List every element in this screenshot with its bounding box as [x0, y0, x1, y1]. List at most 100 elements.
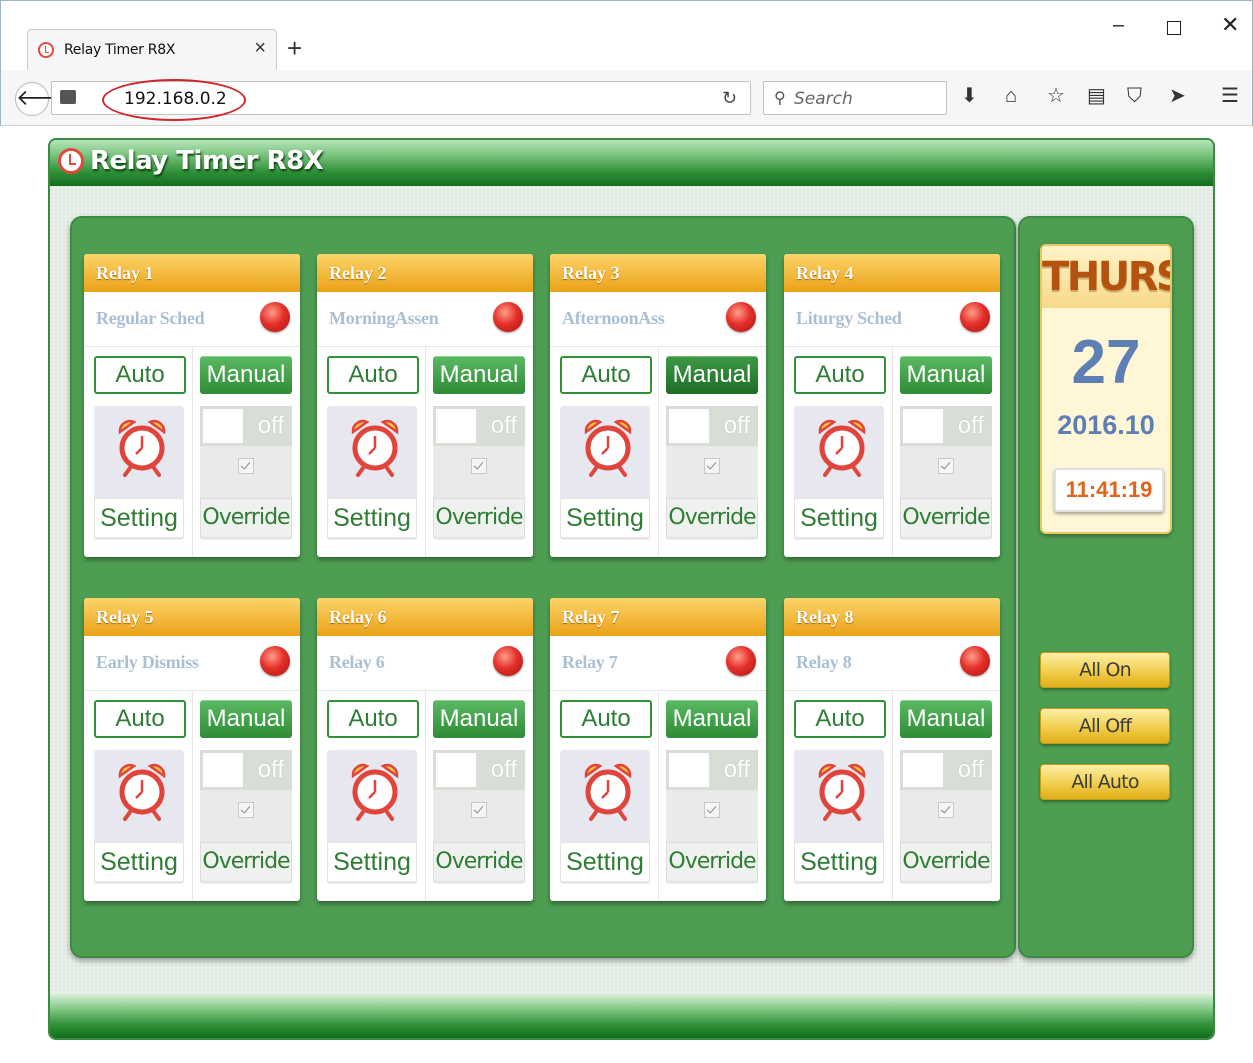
- auto-button[interactable]: Auto: [794, 700, 886, 738]
- setting-button[interactable]: Setting: [327, 406, 417, 540]
- override-checkbox-icon[interactable]: [704, 802, 720, 818]
- toggle-knob[interactable]: [202, 752, 244, 788]
- all-auto-button[interactable]: All Auto: [1040, 764, 1170, 800]
- override-checkbox-icon[interactable]: [704, 458, 720, 474]
- relay-header: Relay 2: [317, 254, 533, 292]
- toggle-knob[interactable]: [435, 752, 477, 788]
- toggle-knob[interactable]: [668, 752, 710, 788]
- auto-button[interactable]: Auto: [327, 356, 419, 394]
- override-button[interactable]: Override: [200, 842, 292, 882]
- setting-button[interactable]: Setting: [327, 750, 417, 884]
- new-tab-icon[interactable]: +: [287, 35, 302, 61]
- override-checkbox-icon[interactable]: [938, 802, 954, 818]
- reading-list-icon[interactable]: ▤: [1087, 84, 1106, 108]
- manual-button[interactable]: Manual: [200, 700, 292, 738]
- manual-button[interactable]: Manual: [900, 356, 992, 394]
- auto-button[interactable]: Auto: [94, 700, 186, 738]
- override-button[interactable]: Override: [433, 498, 525, 538]
- setting-label[interactable]: Setting: [94, 498, 184, 538]
- divider: [658, 346, 659, 557]
- bookmark-star-icon[interactable]: ☆: [1047, 84, 1065, 108]
- override-button[interactable]: Override: [666, 842, 758, 882]
- relay-toggle-switch[interactable]: off: [666, 750, 758, 790]
- site-info-icon[interactable]: [60, 90, 76, 104]
- setting-label[interactable]: Setting: [327, 498, 417, 538]
- setting-label[interactable]: Setting: [560, 842, 650, 882]
- all-off-button[interactable]: All Off: [1040, 708, 1170, 744]
- setting-button[interactable]: Setting: [560, 406, 650, 540]
- setting-button[interactable]: Setting: [94, 406, 184, 540]
- home-icon[interactable]: ⌂: [1005, 84, 1017, 108]
- setting-button[interactable]: Setting: [794, 406, 884, 540]
- override-button[interactable]: Override: [200, 498, 292, 538]
- override-checkbox-icon[interactable]: [238, 458, 254, 474]
- toggle-knob[interactable]: [668, 408, 710, 444]
- menu-hamburger-icon[interactable]: ☰: [1221, 84, 1239, 108]
- auto-button[interactable]: Auto: [327, 700, 419, 738]
- send-icon[interactable]: ➤: [1169, 84, 1186, 108]
- setting-label[interactable]: Setting: [94, 842, 184, 882]
- relay-toggle-switch[interactable]: off: [900, 406, 992, 446]
- override-panel: off Override: [900, 750, 992, 884]
- override-button[interactable]: Override: [900, 498, 992, 538]
- relay-header: Relay 7: [550, 598, 766, 636]
- setting-button[interactable]: Setting: [560, 750, 650, 884]
- relay-toggle-switch[interactable]: off: [200, 406, 292, 446]
- divider: [192, 690, 193, 901]
- manual-button[interactable]: Manual: [200, 356, 292, 394]
- alarm-clock-icon: [118, 419, 166, 477]
- relay-toggle-switch[interactable]: off: [666, 406, 758, 446]
- toggle-state-label: off: [490, 756, 517, 783]
- relay-toggle-switch[interactable]: off: [900, 750, 992, 790]
- relay-card-7: Relay 7 Relay 7 Auto Manual Setting off: [550, 598, 766, 901]
- override-button[interactable]: Override: [900, 842, 992, 882]
- setting-button[interactable]: Setting: [94, 750, 184, 884]
- setting-label[interactable]: Setting: [327, 842, 417, 882]
- browser-tab[interactable]: Relay Timer R8X ×: [27, 29, 277, 71]
- manual-button[interactable]: Manual: [900, 700, 992, 738]
- override-checkbox-icon[interactable]: [238, 802, 254, 818]
- toggle-knob[interactable]: [902, 752, 944, 788]
- setting-label[interactable]: Setting: [794, 498, 884, 538]
- manual-button[interactable]: Manual: [433, 356, 525, 394]
- manual-button[interactable]: Manual: [666, 356, 758, 394]
- setting-label[interactable]: Setting: [560, 498, 650, 538]
- maximize-icon[interactable]: [1167, 21, 1181, 35]
- toggle-knob[interactable]: [435, 408, 477, 444]
- manual-button[interactable]: Manual: [666, 700, 758, 738]
- relay-status-led-icon: [726, 646, 756, 676]
- all-on-button[interactable]: All On: [1040, 652, 1170, 688]
- toggle-knob[interactable]: [902, 408, 944, 444]
- search-input[interactable]: ⚲ Search: [763, 81, 947, 115]
- relay-toggle-switch[interactable]: off: [433, 406, 525, 446]
- alarm-clock-icon: [351, 419, 399, 477]
- manual-button[interactable]: Manual: [433, 700, 525, 738]
- override-checkbox-icon[interactable]: [471, 802, 487, 818]
- relay-toggle-switch[interactable]: off: [433, 750, 525, 790]
- divider: [658, 690, 659, 901]
- override-checkbox-icon[interactable]: [471, 458, 487, 474]
- setting-button[interactable]: Setting: [794, 750, 884, 884]
- download-icon[interactable]: ⬇: [961, 84, 978, 108]
- minimize-icon[interactable]: –: [1113, 15, 1124, 35]
- auto-button[interactable]: Auto: [560, 700, 652, 738]
- window-close-icon[interactable]: ✕: [1221, 14, 1239, 36]
- relay-schedule-name: Regular Sched: [96, 308, 205, 328]
- override-checkbox-icon[interactable]: [938, 458, 954, 474]
- override-button[interactable]: Override: [433, 842, 525, 882]
- pocket-icon[interactable]: ⛉: [1127, 84, 1142, 108]
- relay-toggle-switch[interactable]: off: [200, 750, 292, 790]
- relay-status-led-icon: [960, 646, 990, 676]
- alarm-clock-icon: [584, 763, 632, 821]
- back-arrow-icon[interactable]: 🡐: [15, 82, 75, 116]
- auto-button[interactable]: Auto: [794, 356, 886, 394]
- address-bar[interactable]: 192.168.0.2 ↻: [51, 79, 751, 121]
- setting-label[interactable]: Setting: [794, 842, 884, 882]
- toggle-state-label: off: [723, 412, 750, 439]
- override-button[interactable]: Override: [666, 498, 758, 538]
- auto-button[interactable]: Auto: [560, 356, 652, 394]
- auto-button[interactable]: Auto: [94, 356, 186, 394]
- tab-close-icon[interactable]: ×: [254, 38, 266, 58]
- reload-icon[interactable]: ↻: [722, 88, 737, 109]
- toggle-knob[interactable]: [202, 408, 244, 444]
